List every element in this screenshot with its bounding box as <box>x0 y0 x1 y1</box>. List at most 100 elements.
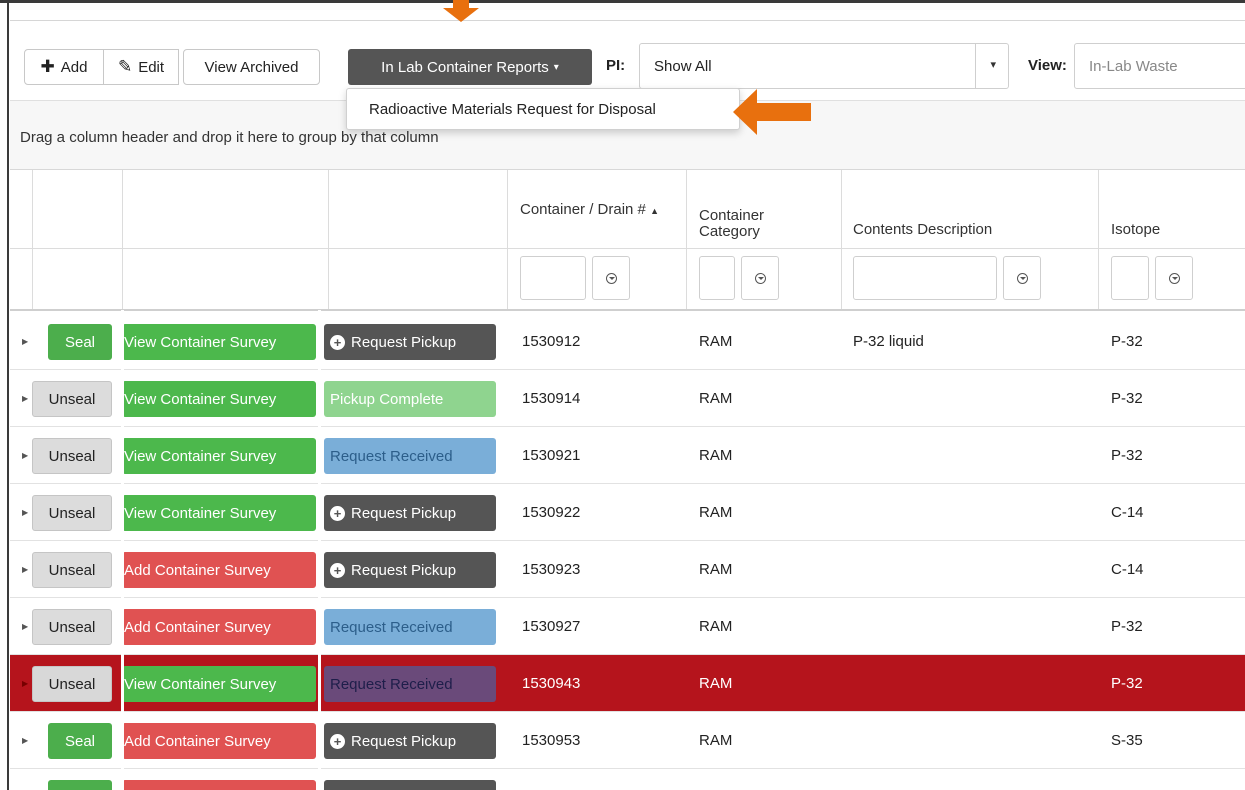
expand-row-icon[interactable]: ▶ <box>22 394 28 403</box>
filter-category-input[interactable] <box>699 256 735 300</box>
table-row-partial[interactable] <box>10 769 1245 790</box>
expand-row-icon[interactable]: ▶ <box>22 337 28 346</box>
column-header-contents[interactable]: Contents Description <box>853 222 992 238</box>
filter-contents-input[interactable] <box>853 256 997 300</box>
expand-row-icon[interactable]: ▶ <box>22 736 28 745</box>
filter-container-drain-input[interactable] <box>520 256 586 300</box>
container-survey-button[interactable]: Add Container Survey <box>122 552 316 588</box>
cell-container-number: 1530953 <box>522 732 581 749</box>
column-gap <box>121 310 124 790</box>
unseal-button[interactable]: Unseal <box>32 495 112 531</box>
cell-isotope: P-32 <box>1111 333 1143 350</box>
unseal-button[interactable]: Unseal <box>32 666 112 702</box>
filter-icon[interactable] <box>592 256 630 300</box>
sort-ascending-icon: ▲ <box>650 206 659 216</box>
request-label: Request Pickup <box>351 504 457 522</box>
container-survey-button[interactable]: Add Container Survey <box>122 723 316 759</box>
table-row[interactable]: ▶ Unseal Add Container Survey + Request P… <box>10 541 1245 598</box>
edit-button[interactable]: ✎ Edit <box>103 49 179 85</box>
filter-contents <box>853 256 1043 300</box>
column-header-container-drain-label: Container / Drain # <box>520 201 646 218</box>
request-label: Request Pickup <box>351 333 457 351</box>
cell-container-number: 1530943 <box>522 675 581 692</box>
cell-isotope: P-32 <box>1111 675 1143 692</box>
cell-container-number: 1530912 <box>522 333 581 350</box>
add-button[interactable]: ✚ Add <box>24 49 104 85</box>
cell-isotope: P-32 <box>1111 447 1143 464</box>
table-row[interactable]: ▶ Unseal View Container Survey + Request … <box>10 484 1245 541</box>
unseal-button[interactable]: Unseal <box>32 381 112 417</box>
reports-menu-item-label: Radioactive Materials Request for Dispos… <box>369 100 656 118</box>
unseal-button[interactable]: Unseal <box>32 552 112 588</box>
request-pickup-button-partial[interactable] <box>324 780 496 790</box>
table-row[interactable]: ▶ Unseal Add Container Survey Request Re… <box>10 598 1245 655</box>
unseal-button[interactable]: Unseal <box>32 609 112 645</box>
expand-row-icon[interactable]: ▶ <box>22 679 28 688</box>
container-survey-button[interactable]: View Container Survey <box>122 495 316 531</box>
table-row[interactable]: ▶ Seal View Container Survey + Request Pi… <box>10 313 1245 370</box>
cell-category: RAM <box>699 675 733 692</box>
edit-button-label: Edit <box>138 58 165 76</box>
request-received-button[interactable]: Request Received <box>324 438 496 474</box>
filter-icon[interactable] <box>1003 256 1041 300</box>
table-row-selected[interactable]: ▶ Unseal View Container Survey Request R… <box>10 655 1245 712</box>
in-lab-container-reports-dropdown[interactable]: In Lab Container Reports ▾ <box>348 49 592 85</box>
table-row[interactable]: ▶ Unseal View Container Survey Pickup Co… <box>10 370 1245 427</box>
column-divider <box>32 170 33 310</box>
plus-circle-icon: + <box>330 733 345 749</box>
pi-select[interactable]: Show All ▾ <box>639 43 1009 89</box>
container-survey-button[interactable]: Add Container Survey <box>122 609 316 645</box>
cell-isotope: C-14 <box>1111 561 1144 578</box>
filter-container-drain <box>520 256 640 300</box>
request-pickup-button[interactable]: + Request Pickup <box>324 324 496 360</box>
pickup-complete-button[interactable]: Pickup Complete <box>324 381 496 417</box>
cell-category: RAM <box>699 561 733 578</box>
column-gap <box>318 310 321 790</box>
container-survey-button[interactable]: View Container Survey <box>122 381 316 417</box>
expand-row-icon[interactable]: ▶ <box>22 508 28 517</box>
container-survey-button[interactable]: View Container Survey <box>122 666 316 702</box>
table-row[interactable]: ▶ Unseal View Container Survey Request R… <box>10 427 1245 484</box>
reports-dropdown-label: In Lab Container Reports <box>381 58 549 76</box>
unseal-button[interactable]: Unseal <box>32 438 112 474</box>
request-pickup-button[interactable]: + Request Pickup <box>324 723 496 759</box>
request-received-button[interactable]: Request Received <box>324 666 496 702</box>
cell-category: RAM <box>699 447 733 464</box>
view-label: View: <box>1028 57 1067 74</box>
window-left-border <box>7 0 9 790</box>
cell-isotope: P-32 <box>1111 618 1143 635</box>
view-input[interactable]: In-Lab Waste <box>1074 43 1245 89</box>
container-survey-button[interactable]: View Container Survey <box>122 324 316 360</box>
column-header-isotope[interactable]: Isotope <box>1111 222 1160 238</box>
column-header-category[interactable]: Container Category <box>699 208 819 240</box>
view-archived-button[interactable]: View Archived <box>183 49 320 85</box>
caret-down-icon: ▾ <box>553 61 559 73</box>
expand-row-icon[interactable]: ▶ <box>22 622 28 631</box>
annotation-arrow-left-icon <box>733 89 811 135</box>
container-survey-button-partial[interactable] <box>122 780 316 790</box>
filter-isotope-input[interactable] <box>1111 256 1149 300</box>
request-pickup-button[interactable]: + Request Pickup <box>324 495 496 531</box>
seal-button[interactable]: Seal <box>48 723 112 759</box>
filter-icon[interactable] <box>1155 256 1193 300</box>
column-divider <box>507 170 508 310</box>
seal-button-partial[interactable] <box>48 780 112 790</box>
cell-category: RAM <box>699 732 733 749</box>
filter-icon[interactable] <box>741 256 779 300</box>
reports-menu-item-radioactive-disposal[interactable]: Radioactive Materials Request for Dispos… <box>346 88 740 130</box>
chevron-down-icon[interactable]: ▾ <box>990 58 996 71</box>
cell-category: RAM <box>699 618 733 635</box>
header-divider <box>10 248 1245 249</box>
seal-button[interactable]: Seal <box>48 324 112 360</box>
table-row[interactable]: ▶ Seal Add Container Survey + Request Pic… <box>10 712 1245 769</box>
pi-select-value: Show All <box>654 57 712 75</box>
plus-circle-icon: + <box>330 562 345 578</box>
container-survey-button[interactable]: View Container Survey <box>122 438 316 474</box>
request-received-button[interactable]: Request Received <box>324 609 496 645</box>
request-pickup-button[interactable]: + Request Pickup <box>324 552 496 588</box>
containers-grid: Container / Drain # ▲ Container Category… <box>10 170 1245 790</box>
expand-row-icon[interactable]: ▶ <box>22 451 28 460</box>
group-by-hint: Drag a column header and drop it here to… <box>20 129 439 146</box>
expand-row-icon[interactable]: ▶ <box>22 565 28 574</box>
column-header-container-drain[interactable]: Container / Drain # ▲ <box>520 202 659 219</box>
